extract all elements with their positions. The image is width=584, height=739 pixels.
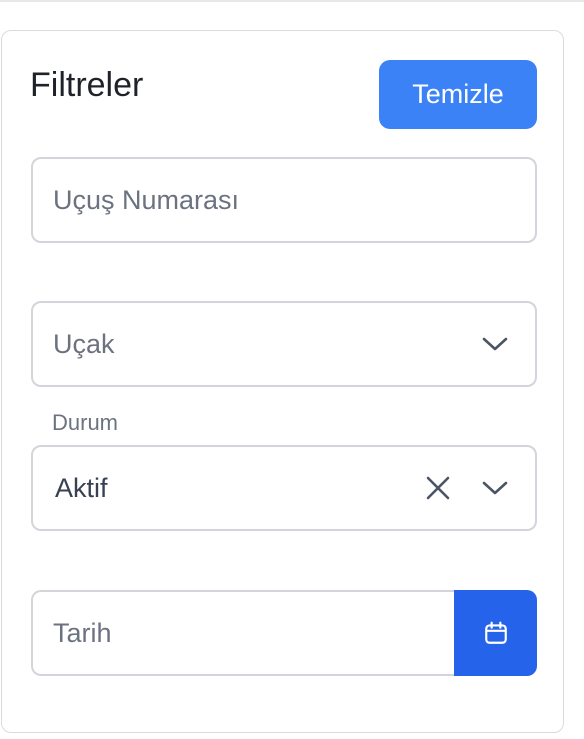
close-icon[interactable] (424, 474, 452, 502)
filters-title: Filtreler (30, 66, 144, 104)
flight-number-input[interactable] (33, 159, 535, 241)
filters-panel: Filtreler Temizle Uçak Durum Aktif (1, 30, 564, 733)
chevron-down-icon[interactable] (481, 330, 509, 358)
calendar-icon (483, 620, 509, 646)
date-input[interactable] (33, 592, 455, 674)
aircraft-select-placeholder: Uçak (53, 328, 115, 359)
status-label: Durum (52, 410, 119, 435)
flight-number-field (31, 157, 537, 243)
status-select-value: Aktif (55, 472, 108, 503)
aircraft-select[interactable]: Uçak (31, 301, 537, 387)
status-select[interactable]: Aktif (31, 445, 537, 531)
date-picker-button[interactable] (454, 590, 537, 676)
date-field (31, 590, 455, 676)
top-divider (0, 0, 584, 2)
clear-filters-button[interactable]: Temizle (379, 60, 537, 129)
date-input-group (31, 590, 537, 676)
chevron-down-icon[interactable] (481, 474, 509, 502)
